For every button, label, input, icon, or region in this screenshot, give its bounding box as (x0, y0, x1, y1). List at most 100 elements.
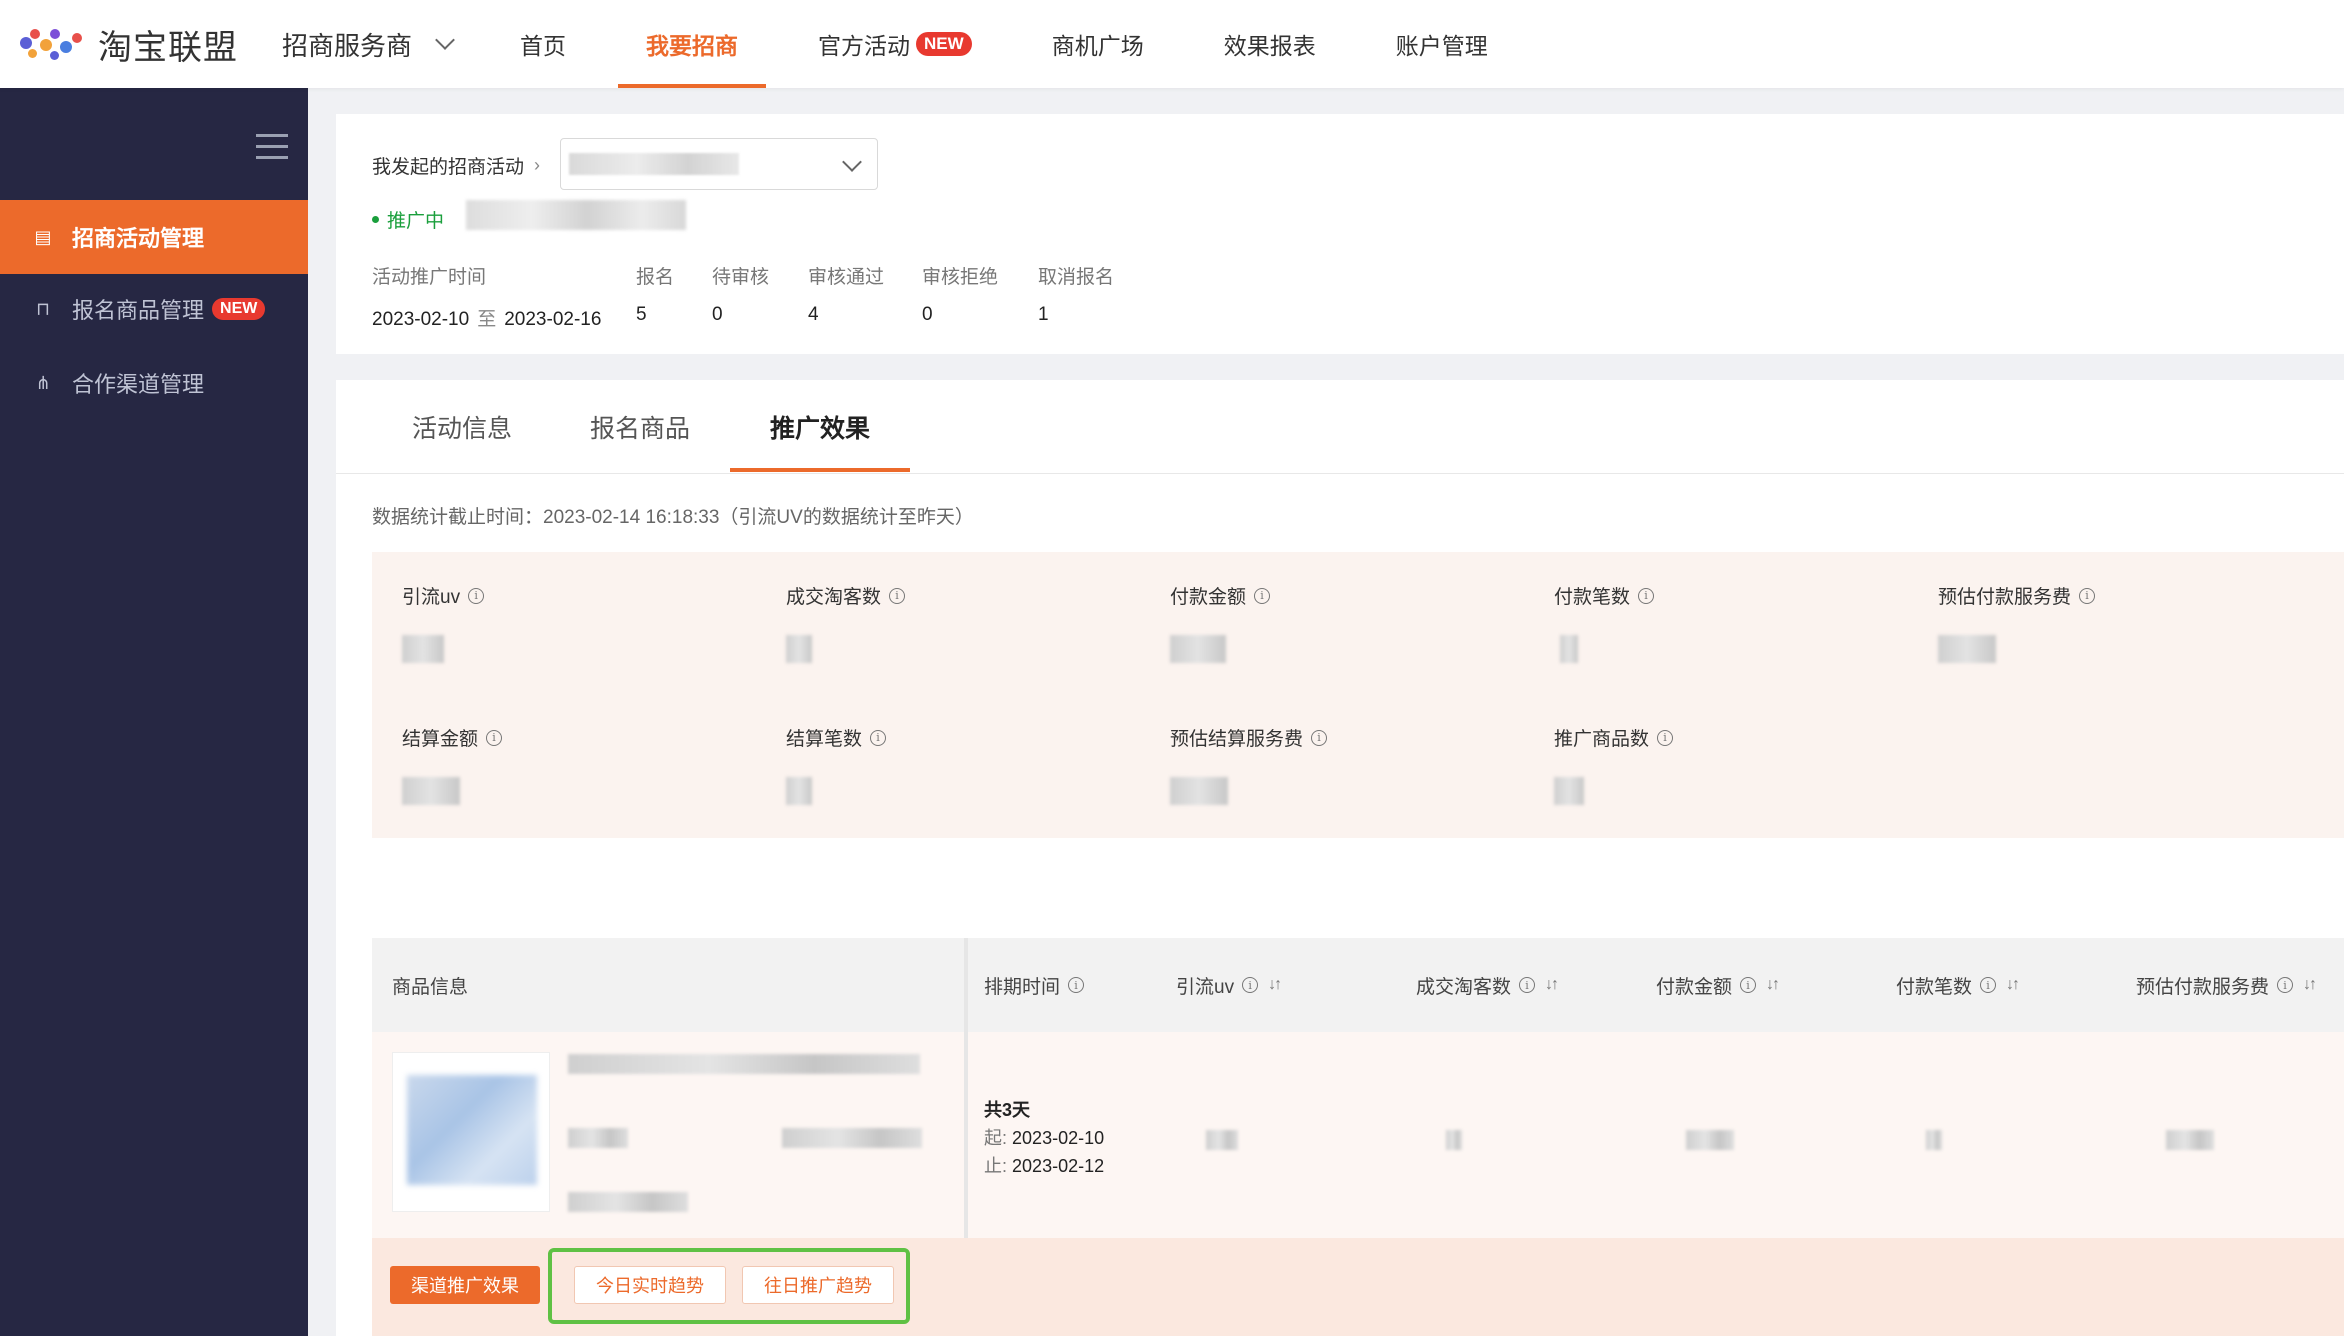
app-root: 淘宝联盟 招商服务商 首页 我要招商 官方活动 NEW 商机广场 效果报表 账户… (0, 0, 2344, 1336)
info-icon[interactable]: i (468, 587, 485, 604)
metric-value (786, 777, 812, 805)
nav-recruit[interactable]: 我要招商 (618, 0, 767, 88)
tab-signup-products[interactable]: 报名商品 (590, 380, 690, 474)
sidebar-item-activity-manage[interactable]: ▤ 招商活动管理 (0, 200, 308, 274)
info-icon[interactable]: i (1657, 729, 1674, 746)
status-label: 推广中 (387, 211, 445, 232)
metric-label: 结算笔数 (786, 729, 863, 750)
product-image[interactable] (392, 1052, 550, 1212)
today-trend-button[interactable]: 今日实时趋势 (574, 1266, 726, 1304)
sort-icon[interactable]: ↓↑ (1268, 976, 1282, 994)
tab-activity-info[interactable]: 活动信息 (412, 380, 512, 474)
sort-icon[interactable]: ↓↑ (1545, 976, 1559, 994)
calendar-icon: ▤ (34, 226, 52, 247)
breadcrumb-link[interactable]: 我发起的招商活动 (372, 152, 524, 179)
th-uv[interactable]: 引流uv i ↓↑ (1176, 938, 1282, 1032)
th-pay-amount[interactable]: 付款金额 i ↓↑ (1656, 938, 1780, 1032)
metric-value (786, 635, 812, 663)
tab-promo-effect[interactable]: 推广效果 (770, 380, 870, 474)
activity-title (466, 200, 686, 230)
nav-official-activity-label: 官方活动 (818, 33, 911, 59)
tab-bar: 活动信息 报名商品 推广效果 (336, 380, 2344, 474)
header-rejected: 审核拒绝 (922, 267, 999, 288)
logo-icon (20, 27, 86, 61)
th-pay-count[interactable]: 付款笔数 i ↓↑ (1896, 938, 2020, 1032)
schedule-cell: 共3天 起: 2023-02-10 止: 2023-02-12 (984, 1096, 1104, 1180)
cell-est-pay-fee (2166, 1130, 2214, 1150)
cancelled-count: 1 (1038, 304, 1049, 325)
info-icon[interactable]: i (2277, 977, 2294, 993)
info-icon[interactable]: i (1980, 977, 1997, 993)
nav-account[interactable]: 账户管理 (1368, 0, 1516, 88)
promo-to: 至 (477, 309, 497, 330)
new-badge: NEW (916, 32, 972, 56)
product-shop (782, 1128, 922, 1148)
channel-effect-button[interactable]: 渠道推广效果 (390, 1266, 540, 1304)
metric-product-count: 推广商品数 i (1554, 724, 1674, 805)
info-icon[interactable]: i (1740, 977, 1757, 993)
header-cancelled: 取消报名 (1038, 267, 1115, 288)
sort-icon[interactable]: ↓↑ (1766, 976, 1780, 994)
metric-uv: 引流uv i (402, 582, 485, 663)
th-schedule: 排期时间 i (984, 938, 1085, 1032)
cell-deal-affiliates (1446, 1130, 1462, 1150)
cell-uv (1206, 1130, 1238, 1150)
schedule-total: 共3天 (984, 1100, 1031, 1120)
status-badge: 推广中 (372, 206, 444, 233)
info-icon[interactable]: i (486, 729, 503, 746)
status-dot-icon (372, 216, 379, 223)
metric-label: 预估结算服务费 (1170, 729, 1304, 750)
info-icon[interactable]: i (1254, 587, 1271, 604)
activity-summary-panel: 我发起的招商活动 › 推广中 活动推广时间 报名 待审核 审核通过 审核拒绝 取… (336, 114, 2344, 354)
info-icon[interactable]: i (870, 729, 887, 746)
menu-toggle-icon[interactable] (256, 134, 288, 167)
metric-label: 推广商品数 (1554, 729, 1650, 750)
info-icon[interactable]: i (1311, 729, 1328, 746)
th-est-pay-fee[interactable]: 预估付款服务费 i ↓↑ (2136, 938, 2317, 1032)
detail-panel: 活动信息 报名商品 推广效果 数据统计截止时间：2023-02-14 16:18… (336, 380, 2344, 1336)
th-label: 付款金额 (1656, 976, 1733, 998)
nav-report[interactable]: 效果报表 (1196, 0, 1344, 88)
tab-active-indicator (730, 468, 910, 472)
info-icon[interactable]: i (1242, 977, 1259, 993)
header-signup: 报名 (636, 267, 675, 288)
metric-value (1554, 777, 1584, 805)
info-icon[interactable]: i (1068, 977, 1085, 993)
service-switcher[interactable]: 招商服务商 (282, 26, 455, 63)
metric-est-pay-fee: 预估付款服务费 i (1938, 582, 2096, 663)
chevron-right-icon: › (534, 155, 541, 175)
metric-est-settle-fee: 预估结算服务费 i (1170, 724, 1328, 805)
sort-icon[interactable]: ↓↑ (2006, 976, 2020, 994)
th-label: 预估付款服务费 (2136, 976, 2270, 998)
info-icon[interactable]: i (889, 587, 906, 604)
product-title[interactable] (568, 1054, 920, 1074)
promo-time-value: 2023-02-10 至 2023-02-16 (372, 304, 601, 331)
nav-opportunity[interactable]: 商机广场 (1024, 0, 1172, 88)
activity-select[interactable] (560, 138, 878, 190)
metric-value (1560, 635, 1578, 663)
metrics-grid: 引流uv i 成交淘客数 i 付款金额 i 付款笔数 i 预估付款服务费 i 结算金额 i (372, 552, 2344, 838)
info-icon[interactable]: i (1519, 977, 1536, 993)
th-label: 引流uv (1176, 976, 1235, 998)
rejected-count: 0 (922, 304, 933, 325)
sidebar-item-product-manage[interactable]: ⊓ 报名商品管理 NEW (0, 272, 308, 346)
th-product-info: 商品信息 (392, 976, 469, 998)
nav-official-activity[interactable]: 官方活动 NEW (790, 0, 1000, 88)
new-badge: NEW (212, 298, 266, 320)
info-icon[interactable]: i (1638, 587, 1655, 604)
breadcrumb: 我发起的招商活动 › (372, 152, 548, 179)
metric-settle-count: 结算笔数 i (786, 724, 887, 805)
info-icon[interactable]: i (2079, 587, 2096, 604)
sort-icon[interactable]: ↓↑ (2303, 976, 2317, 994)
schedule-end-label: 止: (984, 1156, 1008, 1176)
nav-home[interactable]: 首页 (492, 0, 594, 88)
product-meta (568, 1192, 688, 1212)
promo-start: 2023-02-10 (372, 309, 470, 330)
metric-value (1938, 635, 1996, 663)
brand-logo[interactable]: 淘宝联盟 (20, 20, 238, 69)
top-navbar: 淘宝联盟 招商服务商 首页 我要招商 官方活动 NEW 商机广场 效果报表 账户… (0, 0, 2344, 88)
history-trend-button[interactable]: 往日推广趋势 (742, 1266, 894, 1304)
th-deal-affiliates[interactable]: 成交淘客数 i ↓↑ (1416, 938, 1559, 1032)
sidebar-item-channel-manage[interactable]: ⋔ 合作渠道管理 (0, 346, 308, 420)
brand-name: 淘宝联盟 (98, 28, 238, 67)
